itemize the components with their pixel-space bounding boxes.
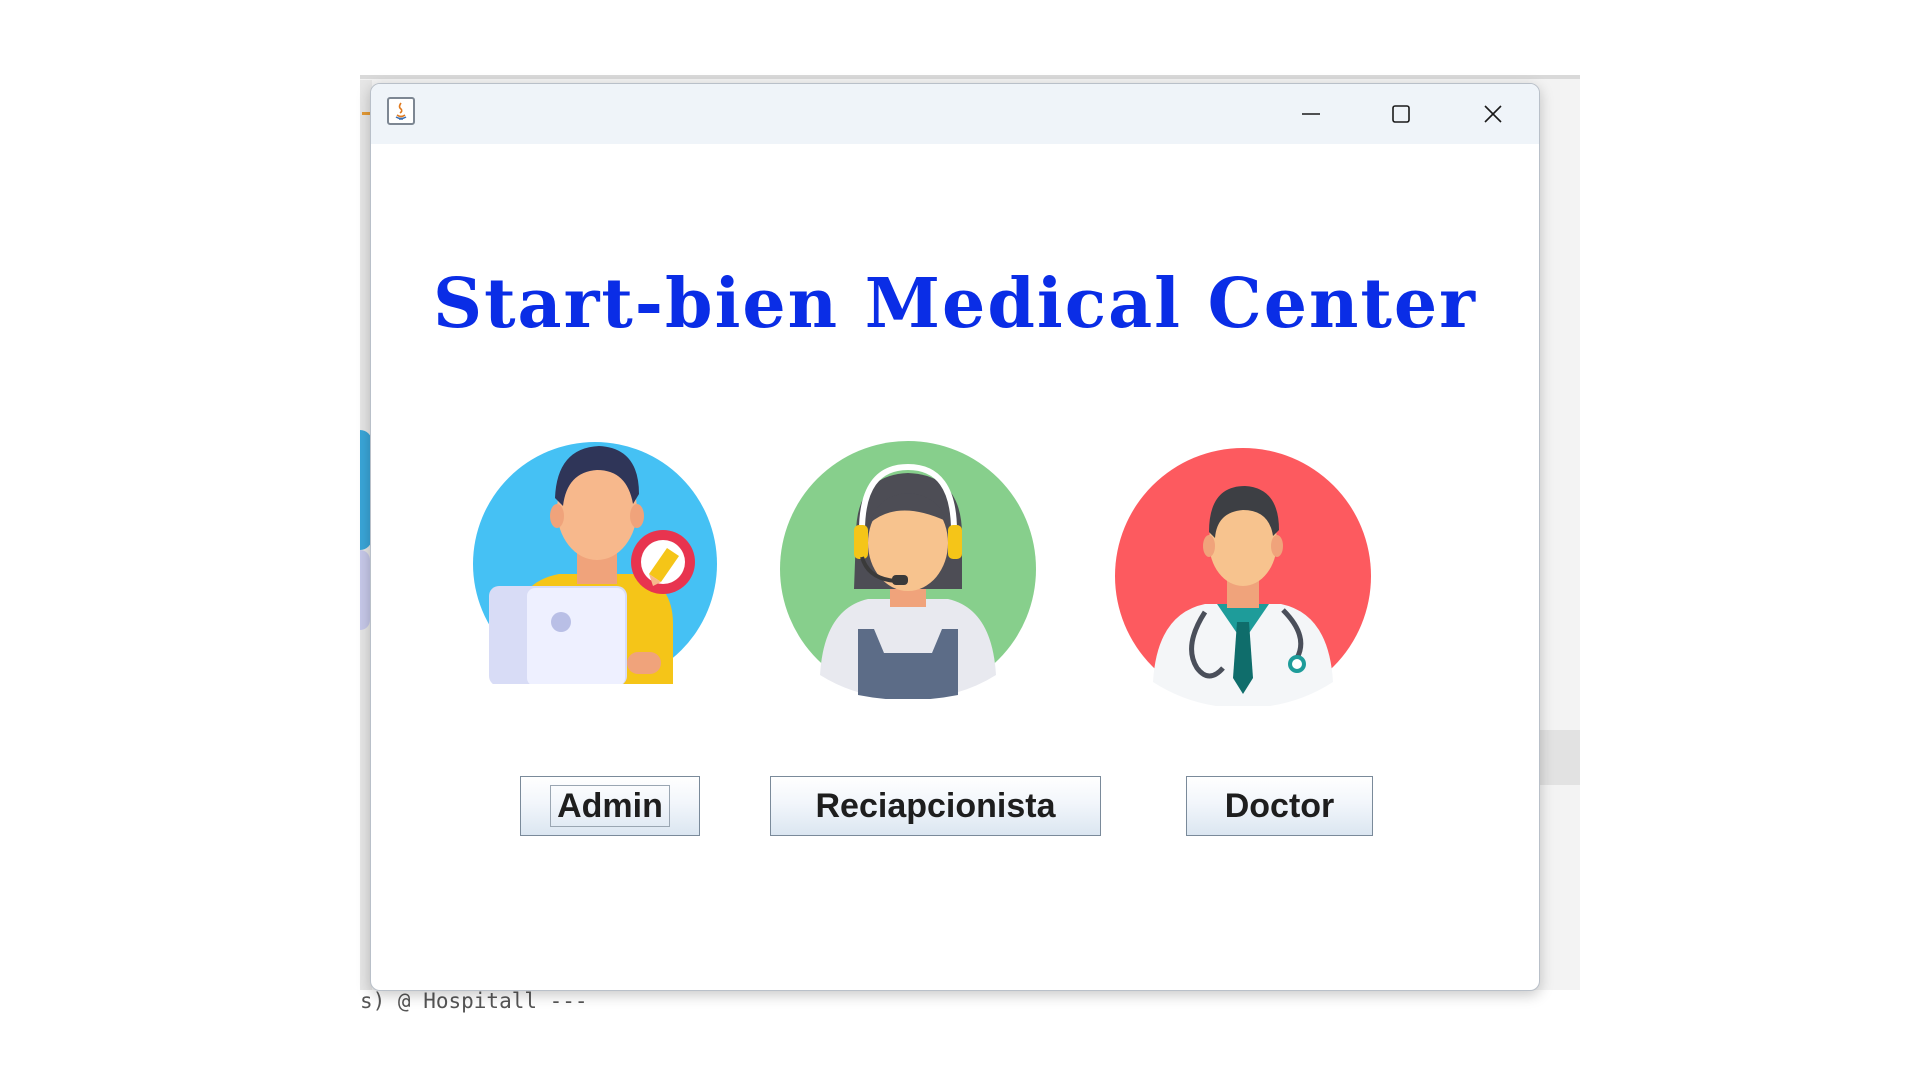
minimize-button[interactable] bbox=[1271, 84, 1351, 144]
main-window: Start-bien Medical Center Admin Reciapci… bbox=[370, 83, 1540, 991]
java-app-icon[interactable] bbox=[387, 97, 415, 125]
ide-top-border bbox=[360, 75, 1580, 79]
doctor-button[interactable]: Doctor bbox=[1186, 776, 1373, 836]
doctor-button-label: Doctor bbox=[1224, 786, 1335, 825]
page-title: Start-bien Medical Center bbox=[432, 264, 1477, 344]
receptionist-button-label: Reciapcionista bbox=[815, 786, 1056, 825]
ide-left-image-fragment-2 bbox=[360, 550, 370, 630]
close-icon bbox=[1484, 105, 1502, 123]
admin-button-label: Admin bbox=[550, 785, 670, 827]
maximize-button[interactable] bbox=[1361, 84, 1441, 144]
ide-right-panel bbox=[1540, 730, 1580, 785]
admin-icon bbox=[467, 424, 727, 686]
console-output: s) @ Hospitall --- bbox=[360, 989, 588, 1013]
ide-tab-marker bbox=[362, 112, 370, 115]
receptionist-icon bbox=[778, 439, 1038, 700]
doctor-icon bbox=[1113, 446, 1373, 708]
title-bar[interactable] bbox=[371, 84, 1539, 144]
receptionist-button[interactable]: Reciapcionista bbox=[770, 776, 1101, 836]
admin-button[interactable]: Admin bbox=[520, 776, 700, 836]
maximize-icon bbox=[1392, 105, 1410, 123]
close-button[interactable] bbox=[1453, 84, 1533, 144]
minimize-icon bbox=[1302, 113, 1320, 115]
screen: s) @ Hospitall --- Start-bien Medical Ce… bbox=[0, 0, 1920, 1080]
